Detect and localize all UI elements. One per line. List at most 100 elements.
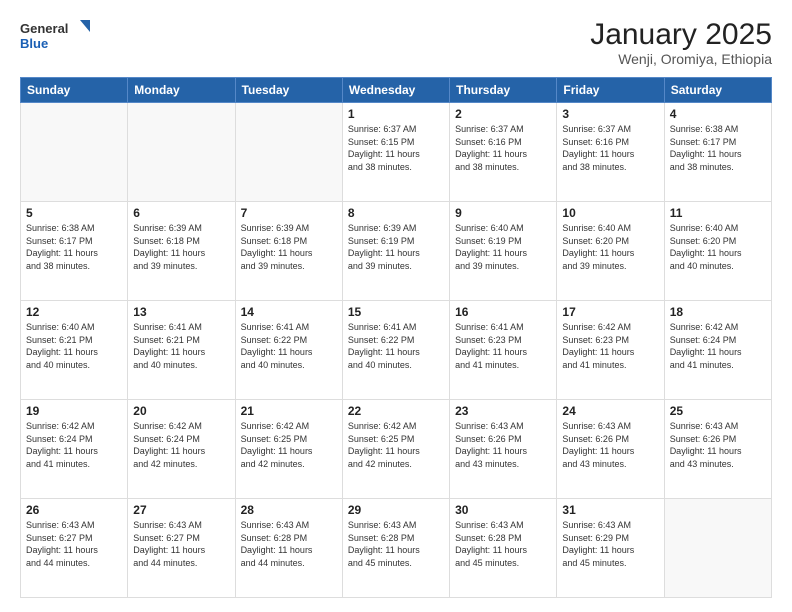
day-cell-4-3: 21 Sunrise: 6:42 AM Sunset: 6:25 PM Dayli… bbox=[235, 400, 342, 499]
day-cell-3-6: 17 Sunrise: 6:42 AM Sunset: 6:23 PM Dayli… bbox=[557, 301, 664, 400]
day-number: 15 bbox=[348, 305, 444, 319]
day-info: Sunrise: 6:37 AM Sunset: 6:16 PM Dayligh… bbox=[562, 123, 658, 173]
logo: General Blue bbox=[20, 18, 90, 56]
day-number: 28 bbox=[241, 503, 337, 517]
calendar-subtitle: Wenji, Oromiya, Ethiopia bbox=[590, 51, 772, 67]
day-number: 25 bbox=[670, 404, 766, 418]
header-tuesday: Tuesday bbox=[235, 78, 342, 103]
day-info: Sunrise: 6:43 AM Sunset: 6:29 PM Dayligh… bbox=[562, 519, 658, 569]
header-thursday: Thursday bbox=[450, 78, 557, 103]
day-cell-5-1: 26 Sunrise: 6:43 AM Sunset: 6:27 PM Dayli… bbox=[21, 499, 128, 598]
day-cell-2-7: 11Sunrise: 6:40 AM Sunset: 6:20 PM Dayli… bbox=[664, 202, 771, 301]
day-cell-5-7 bbox=[664, 499, 771, 598]
day-info: Sunrise: 6:43 AM Sunset: 6:28 PM Dayligh… bbox=[455, 519, 551, 569]
day-info: Sunrise: 6:39 AM Sunset: 6:18 PM Dayligh… bbox=[133, 222, 229, 272]
day-number: 27 bbox=[133, 503, 229, 517]
day-info: Sunrise: 6:40 AM Sunset: 6:21 PM Dayligh… bbox=[26, 321, 122, 371]
day-cell-1-6: 3Sunrise: 6:37 AM Sunset: 6:16 PM Daylig… bbox=[557, 103, 664, 202]
day-info: Sunrise: 6:38 AM Sunset: 6:17 PM Dayligh… bbox=[670, 123, 766, 173]
day-number: 26 bbox=[26, 503, 122, 517]
day-cell-5-3: 28Sunrise: 6:43 AM Sunset: 6:28 PM Dayli… bbox=[235, 499, 342, 598]
day-cell-3-2: 13Sunrise: 6:41 AM Sunset: 6:21 PM Dayli… bbox=[128, 301, 235, 400]
day-number: 7 bbox=[241, 206, 337, 220]
day-number: 2 bbox=[455, 107, 551, 121]
day-cell-2-2: 6 Sunrise: 6:39 AM Sunset: 6:18 PM Daylig… bbox=[128, 202, 235, 301]
day-info: Sunrise: 6:37 AM Sunset: 6:15 PM Dayligh… bbox=[348, 123, 444, 173]
day-info: Sunrise: 6:42 AM Sunset: 6:24 PM Dayligh… bbox=[670, 321, 766, 371]
logo-svg: General Blue bbox=[20, 18, 90, 56]
day-cell-1-2 bbox=[128, 103, 235, 202]
day-number: 30 bbox=[455, 503, 551, 517]
day-cell-2-3: 7 Sunrise: 6:39 AM Sunset: 6:18 PM Daylig… bbox=[235, 202, 342, 301]
day-info: Sunrise: 6:42 AM Sunset: 6:25 PM Dayligh… bbox=[241, 420, 337, 470]
day-info: Sunrise: 6:43 AM Sunset: 6:28 PM Dayligh… bbox=[348, 519, 444, 569]
day-cell-1-3 bbox=[235, 103, 342, 202]
day-number: 17 bbox=[562, 305, 658, 319]
weekday-header-row: Sunday Monday Tuesday Wednesday Thursday… bbox=[21, 78, 772, 103]
day-cell-5-2: 27 Sunrise: 6:43 AM Sunset: 6:27 PM Dayli… bbox=[128, 499, 235, 598]
day-number: 13 bbox=[133, 305, 229, 319]
day-cell-3-3: 14 Sunrise: 6:41 AM Sunset: 6:22 PM Dayli… bbox=[235, 301, 342, 400]
day-cell-4-1: 19Sunrise: 6:42 AM Sunset: 6:24 PM Dayli… bbox=[21, 400, 128, 499]
day-cell-2-1: 5 Sunrise: 6:38 AM Sunset: 6:17 PM Daylig… bbox=[21, 202, 128, 301]
day-cell-4-4: 22 Sunrise: 6:42 AM Sunset: 6:25 PM Dayli… bbox=[342, 400, 449, 499]
header-friday: Friday bbox=[557, 78, 664, 103]
day-cell-5-6: 31 Sunrise: 6:43 AM Sunset: 6:29 PM Dayli… bbox=[557, 499, 664, 598]
day-number: 22 bbox=[348, 404, 444, 418]
header-wednesday: Wednesday bbox=[342, 78, 449, 103]
day-number: 23 bbox=[455, 404, 551, 418]
calendar-title: January 2025 bbox=[590, 18, 772, 51]
day-number: 9 bbox=[455, 206, 551, 220]
day-number: 10 bbox=[562, 206, 658, 220]
day-info: Sunrise: 6:40 AM Sunset: 6:20 PM Dayligh… bbox=[562, 222, 658, 272]
day-cell-3-5: 16Sunrise: 6:41 AM Sunset: 6:23 PM Dayli… bbox=[450, 301, 557, 400]
week-row-1: 1 Sunrise: 6:37 AM Sunset: 6:15 PM Daylig… bbox=[21, 103, 772, 202]
day-cell-3-1: 12Sunrise: 6:40 AM Sunset: 6:21 PM Dayli… bbox=[21, 301, 128, 400]
day-info: Sunrise: 6:41 AM Sunset: 6:23 PM Dayligh… bbox=[455, 321, 551, 371]
day-info: Sunrise: 6:42 AM Sunset: 6:24 PM Dayligh… bbox=[133, 420, 229, 470]
day-info: Sunrise: 6:38 AM Sunset: 6:17 PM Dayligh… bbox=[26, 222, 122, 272]
week-row-5: 26 Sunrise: 6:43 AM Sunset: 6:27 PM Dayli… bbox=[21, 499, 772, 598]
day-info: Sunrise: 6:39 AM Sunset: 6:19 PM Dayligh… bbox=[348, 222, 444, 272]
day-number: 24 bbox=[562, 404, 658, 418]
day-info: Sunrise: 6:41 AM Sunset: 6:22 PM Dayligh… bbox=[241, 321, 337, 371]
day-info: Sunrise: 6:40 AM Sunset: 6:20 PM Dayligh… bbox=[670, 222, 766, 272]
day-number: 21 bbox=[241, 404, 337, 418]
day-number: 6 bbox=[133, 206, 229, 220]
day-cell-4-5: 23 Sunrise: 6:43 AM Sunset: 6:26 PM Dayli… bbox=[450, 400, 557, 499]
svg-text:Blue: Blue bbox=[20, 36, 48, 51]
header-monday: Monday bbox=[128, 78, 235, 103]
day-info: Sunrise: 6:43 AM Sunset: 6:26 PM Dayligh… bbox=[670, 420, 766, 470]
day-number: 14 bbox=[241, 305, 337, 319]
day-number: 1 bbox=[348, 107, 444, 121]
day-info: Sunrise: 6:39 AM Sunset: 6:18 PM Dayligh… bbox=[241, 222, 337, 272]
day-cell-4-2: 20Sunrise: 6:42 AM Sunset: 6:24 PM Dayli… bbox=[128, 400, 235, 499]
header-sunday: Sunday bbox=[21, 78, 128, 103]
day-cell-5-5: 30 Sunrise: 6:43 AM Sunset: 6:28 PM Dayli… bbox=[450, 499, 557, 598]
day-number: 5 bbox=[26, 206, 122, 220]
day-info: Sunrise: 6:37 AM Sunset: 6:16 PM Dayligh… bbox=[455, 123, 551, 173]
day-info: Sunrise: 6:43 AM Sunset: 6:27 PM Dayligh… bbox=[133, 519, 229, 569]
page: General Blue January 2025 Wenji, Oromiya… bbox=[0, 0, 792, 612]
day-info: Sunrise: 6:42 AM Sunset: 6:25 PM Dayligh… bbox=[348, 420, 444, 470]
calendar-table: Sunday Monday Tuesday Wednesday Thursday… bbox=[20, 77, 772, 598]
day-info: Sunrise: 6:42 AM Sunset: 6:24 PM Dayligh… bbox=[26, 420, 122, 470]
day-cell-4-7: 25 Sunrise: 6:43 AM Sunset: 6:26 PM Dayli… bbox=[664, 400, 771, 499]
day-cell-2-6: 10 Sunrise: 6:40 AM Sunset: 6:20 PM Dayli… bbox=[557, 202, 664, 301]
day-number: 4 bbox=[670, 107, 766, 121]
week-row-3: 12Sunrise: 6:40 AM Sunset: 6:21 PM Dayli… bbox=[21, 301, 772, 400]
day-info: Sunrise: 6:43 AM Sunset: 6:26 PM Dayligh… bbox=[562, 420, 658, 470]
week-row-2: 5 Sunrise: 6:38 AM Sunset: 6:17 PM Daylig… bbox=[21, 202, 772, 301]
day-info: Sunrise: 6:42 AM Sunset: 6:23 PM Dayligh… bbox=[562, 321, 658, 371]
day-cell-1-7: 4 Sunrise: 6:38 AM Sunset: 6:17 PM Daylig… bbox=[664, 103, 771, 202]
title-block: January 2025 Wenji, Oromiya, Ethiopia bbox=[590, 18, 772, 67]
day-number: 18 bbox=[670, 305, 766, 319]
day-cell-2-5: 9Sunrise: 6:40 AM Sunset: 6:19 PM Daylig… bbox=[450, 202, 557, 301]
day-info: Sunrise: 6:43 AM Sunset: 6:27 PM Dayligh… bbox=[26, 519, 122, 569]
day-info: Sunrise: 6:43 AM Sunset: 6:26 PM Dayligh… bbox=[455, 420, 551, 470]
header: General Blue January 2025 Wenji, Oromiya… bbox=[20, 18, 772, 67]
header-saturday: Saturday bbox=[664, 78, 771, 103]
day-cell-3-7: 18 Sunrise: 6:42 AM Sunset: 6:24 PM Dayli… bbox=[664, 301, 771, 400]
day-number: 31 bbox=[562, 503, 658, 517]
day-cell-3-4: 15Sunrise: 6:41 AM Sunset: 6:22 PM Dayli… bbox=[342, 301, 449, 400]
